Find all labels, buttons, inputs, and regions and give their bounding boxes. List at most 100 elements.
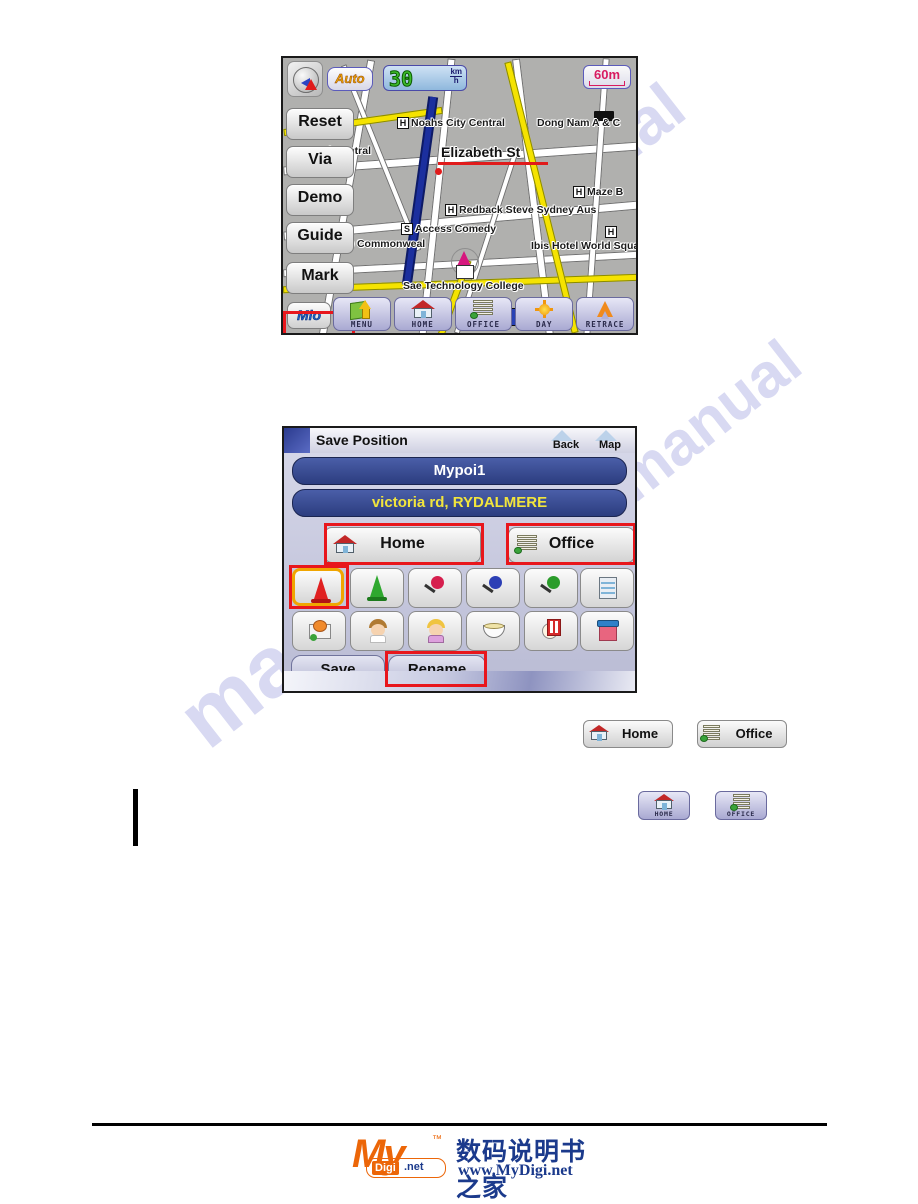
restaurant-icon xyxy=(542,619,563,642)
current-street-underline xyxy=(438,162,548,165)
map-label: Sae Technology College xyxy=(403,280,524,292)
house-icon xyxy=(639,794,689,810)
map-label: Dong Nam A & C xyxy=(537,117,621,129)
poi-address-value: victoria rd, RYDALMERE xyxy=(371,494,548,511)
footer-divider xyxy=(92,1123,827,1126)
navigation-screen-screenshot: H Noahs City Central l Central Dong Nam … xyxy=(281,56,638,335)
speed-value: 30 xyxy=(388,67,414,92)
footer-url: www.MyDigi.net xyxy=(458,1162,573,1179)
footer-logo: My ™ Digi .net 数码说明书之家 www.MyDigi.net xyxy=(352,1130,592,1202)
office-building-icon xyxy=(456,300,512,319)
back-button[interactable]: Back xyxy=(545,430,587,453)
map-scale-badge[interactable]: 60m xyxy=(583,65,631,89)
icon-option-green-pin[interactable] xyxy=(524,568,578,608)
revision-change-bar xyxy=(133,789,138,846)
house-icon xyxy=(589,725,609,741)
map-toolbar: MENU HOME OFFICE DAY RETRACE xyxy=(333,297,634,331)
footer-digi-tag: Digi xyxy=(372,1161,399,1175)
icon-option-restaurant[interactable] xyxy=(524,611,578,651)
icon-option-soup-bowl[interactable] xyxy=(466,611,520,651)
via-button-label: Via xyxy=(308,151,332,168)
map-button[interactable]: Map xyxy=(589,430,631,453)
poi-name-value: Mypoi1 xyxy=(433,462,486,479)
icon-option-girl[interactable] xyxy=(408,611,462,651)
red-pushpin-icon xyxy=(423,576,447,600)
food-box-icon xyxy=(309,620,331,641)
map-button-label: Map xyxy=(599,439,621,451)
girl-face-icon xyxy=(427,619,445,643)
toolbar-menu-label: MENU xyxy=(350,320,373,329)
reset-button-label: Reset xyxy=(298,113,342,130)
map-label: Maze B xyxy=(587,186,624,198)
current-street-label: Elizabeth St xyxy=(441,144,521,160)
demo-button[interactable]: Demo xyxy=(286,184,354,216)
guide-button-label: Guide xyxy=(297,227,343,244)
gift-box-icon xyxy=(597,620,619,641)
boy-face-icon xyxy=(369,619,387,643)
via-button[interactable]: Via xyxy=(286,146,354,178)
icon-option-gift[interactable] xyxy=(580,611,634,651)
mini-office-button[interactable]: OFFICE xyxy=(715,791,767,820)
toolbar-office-label: OFFICE xyxy=(466,320,501,329)
toolbar-day-button[interactable]: DAY xyxy=(515,297,574,331)
poi-marker-h: H xyxy=(397,117,409,129)
poi-marker-s: S xyxy=(401,223,413,235)
inline-office-button[interactable]: Office xyxy=(697,720,787,748)
map-label: Noahs City Central xyxy=(411,117,505,129)
inline-office-label: Office xyxy=(735,726,773,741)
demo-button-label: Demo xyxy=(297,189,343,206)
toolbar-home-label: HOME xyxy=(411,320,434,329)
icon-option-boy[interactable] xyxy=(350,611,404,651)
mark-button[interactable]: Mark xyxy=(286,262,354,294)
footer-trademark: ™ xyxy=(432,1134,442,1145)
house-icon xyxy=(395,300,451,318)
rename-button-highlight xyxy=(385,651,487,687)
mini-home-label: HOME xyxy=(654,810,674,818)
back-button-label: Back xyxy=(552,439,580,451)
blue-pushpin-icon xyxy=(481,576,505,600)
toolbar-menu-button[interactable]: MENU xyxy=(333,297,391,331)
current-position-marker xyxy=(451,248,479,279)
poi-name-field[interactable]: Mypoi1 xyxy=(292,457,627,485)
guide-button[interactable]: Guide xyxy=(286,222,354,254)
office-building-icon xyxy=(716,794,766,811)
poi-address-field[interactable]: victoria rd, RYDALMERE xyxy=(292,489,627,517)
mini-home-button[interactable]: HOME xyxy=(638,791,690,820)
speed-unit: km h xyxy=(450,67,462,85)
poi-marker-h: H xyxy=(605,226,617,238)
map-label: Ibis Hotel World Squa xyxy=(531,240,638,252)
toolbar-retrace-button[interactable]: RETRACE xyxy=(576,297,634,331)
office-building-icon xyxy=(700,725,720,742)
office-button-highlight xyxy=(506,523,635,565)
toolbar-home-button[interactable]: HOME xyxy=(393,297,452,331)
green-pushpin-icon xyxy=(539,576,563,600)
map-scale-label: 60m xyxy=(593,67,621,82)
compass-icon[interactable] xyxy=(287,61,323,97)
map-label: Access Comedy xyxy=(415,223,497,235)
mark-button-label: Mark xyxy=(301,267,339,284)
inline-home-label: Home xyxy=(621,726,659,741)
icon-option-blue-pin[interactable] xyxy=(466,568,520,608)
poi-marker-h: H xyxy=(445,204,457,216)
poi-marker-h: H xyxy=(573,186,585,198)
toolbar-day-label: DAY xyxy=(536,320,553,329)
map-label: Redback Steve Sydney Aus xyxy=(459,204,597,216)
footer-net-tag: .net xyxy=(404,1161,424,1173)
sun-icon xyxy=(516,300,572,318)
icon-option-green-cone[interactable] xyxy=(350,568,404,608)
auto-zoom-badge[interactable]: Auto xyxy=(327,67,373,91)
reset-button[interactable]: Reset xyxy=(286,108,354,140)
inline-home-button[interactable]: Home xyxy=(583,720,673,748)
green-cone-icon xyxy=(367,575,387,601)
soup-bowl-icon xyxy=(483,621,505,639)
page-title: Save Position xyxy=(316,432,408,448)
home-button-highlight xyxy=(324,523,484,565)
retrace-arrow-icon xyxy=(577,300,633,319)
icon-option-red-pin[interactable] xyxy=(408,568,462,608)
speed-indicator: 30 km h xyxy=(383,65,467,92)
red-cone-highlight xyxy=(289,565,349,609)
toolbar-office-button[interactable]: OFFICE xyxy=(454,297,513,331)
icon-option-building[interactable] xyxy=(580,568,634,608)
icon-option-food-box[interactable] xyxy=(292,611,346,651)
menu-page-icon xyxy=(334,300,390,321)
